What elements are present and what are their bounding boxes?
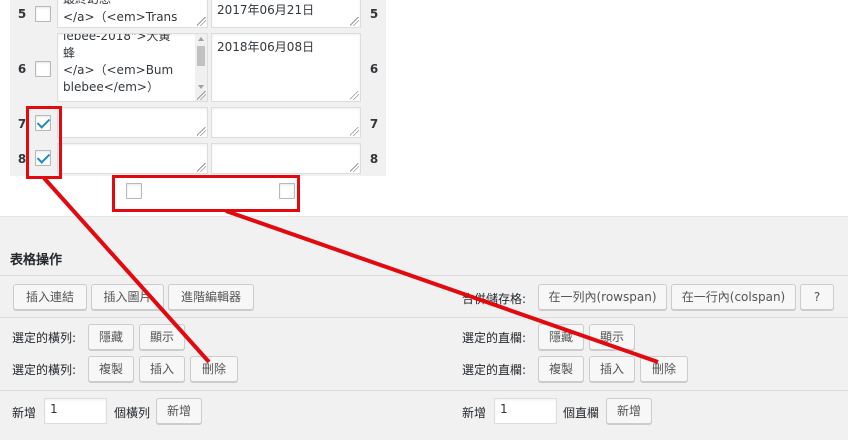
- annotation-line-rows: [42, 176, 211, 364]
- annotation-arrows: [42, 176, 659, 364]
- annotation-line-cols: [225, 209, 659, 364]
